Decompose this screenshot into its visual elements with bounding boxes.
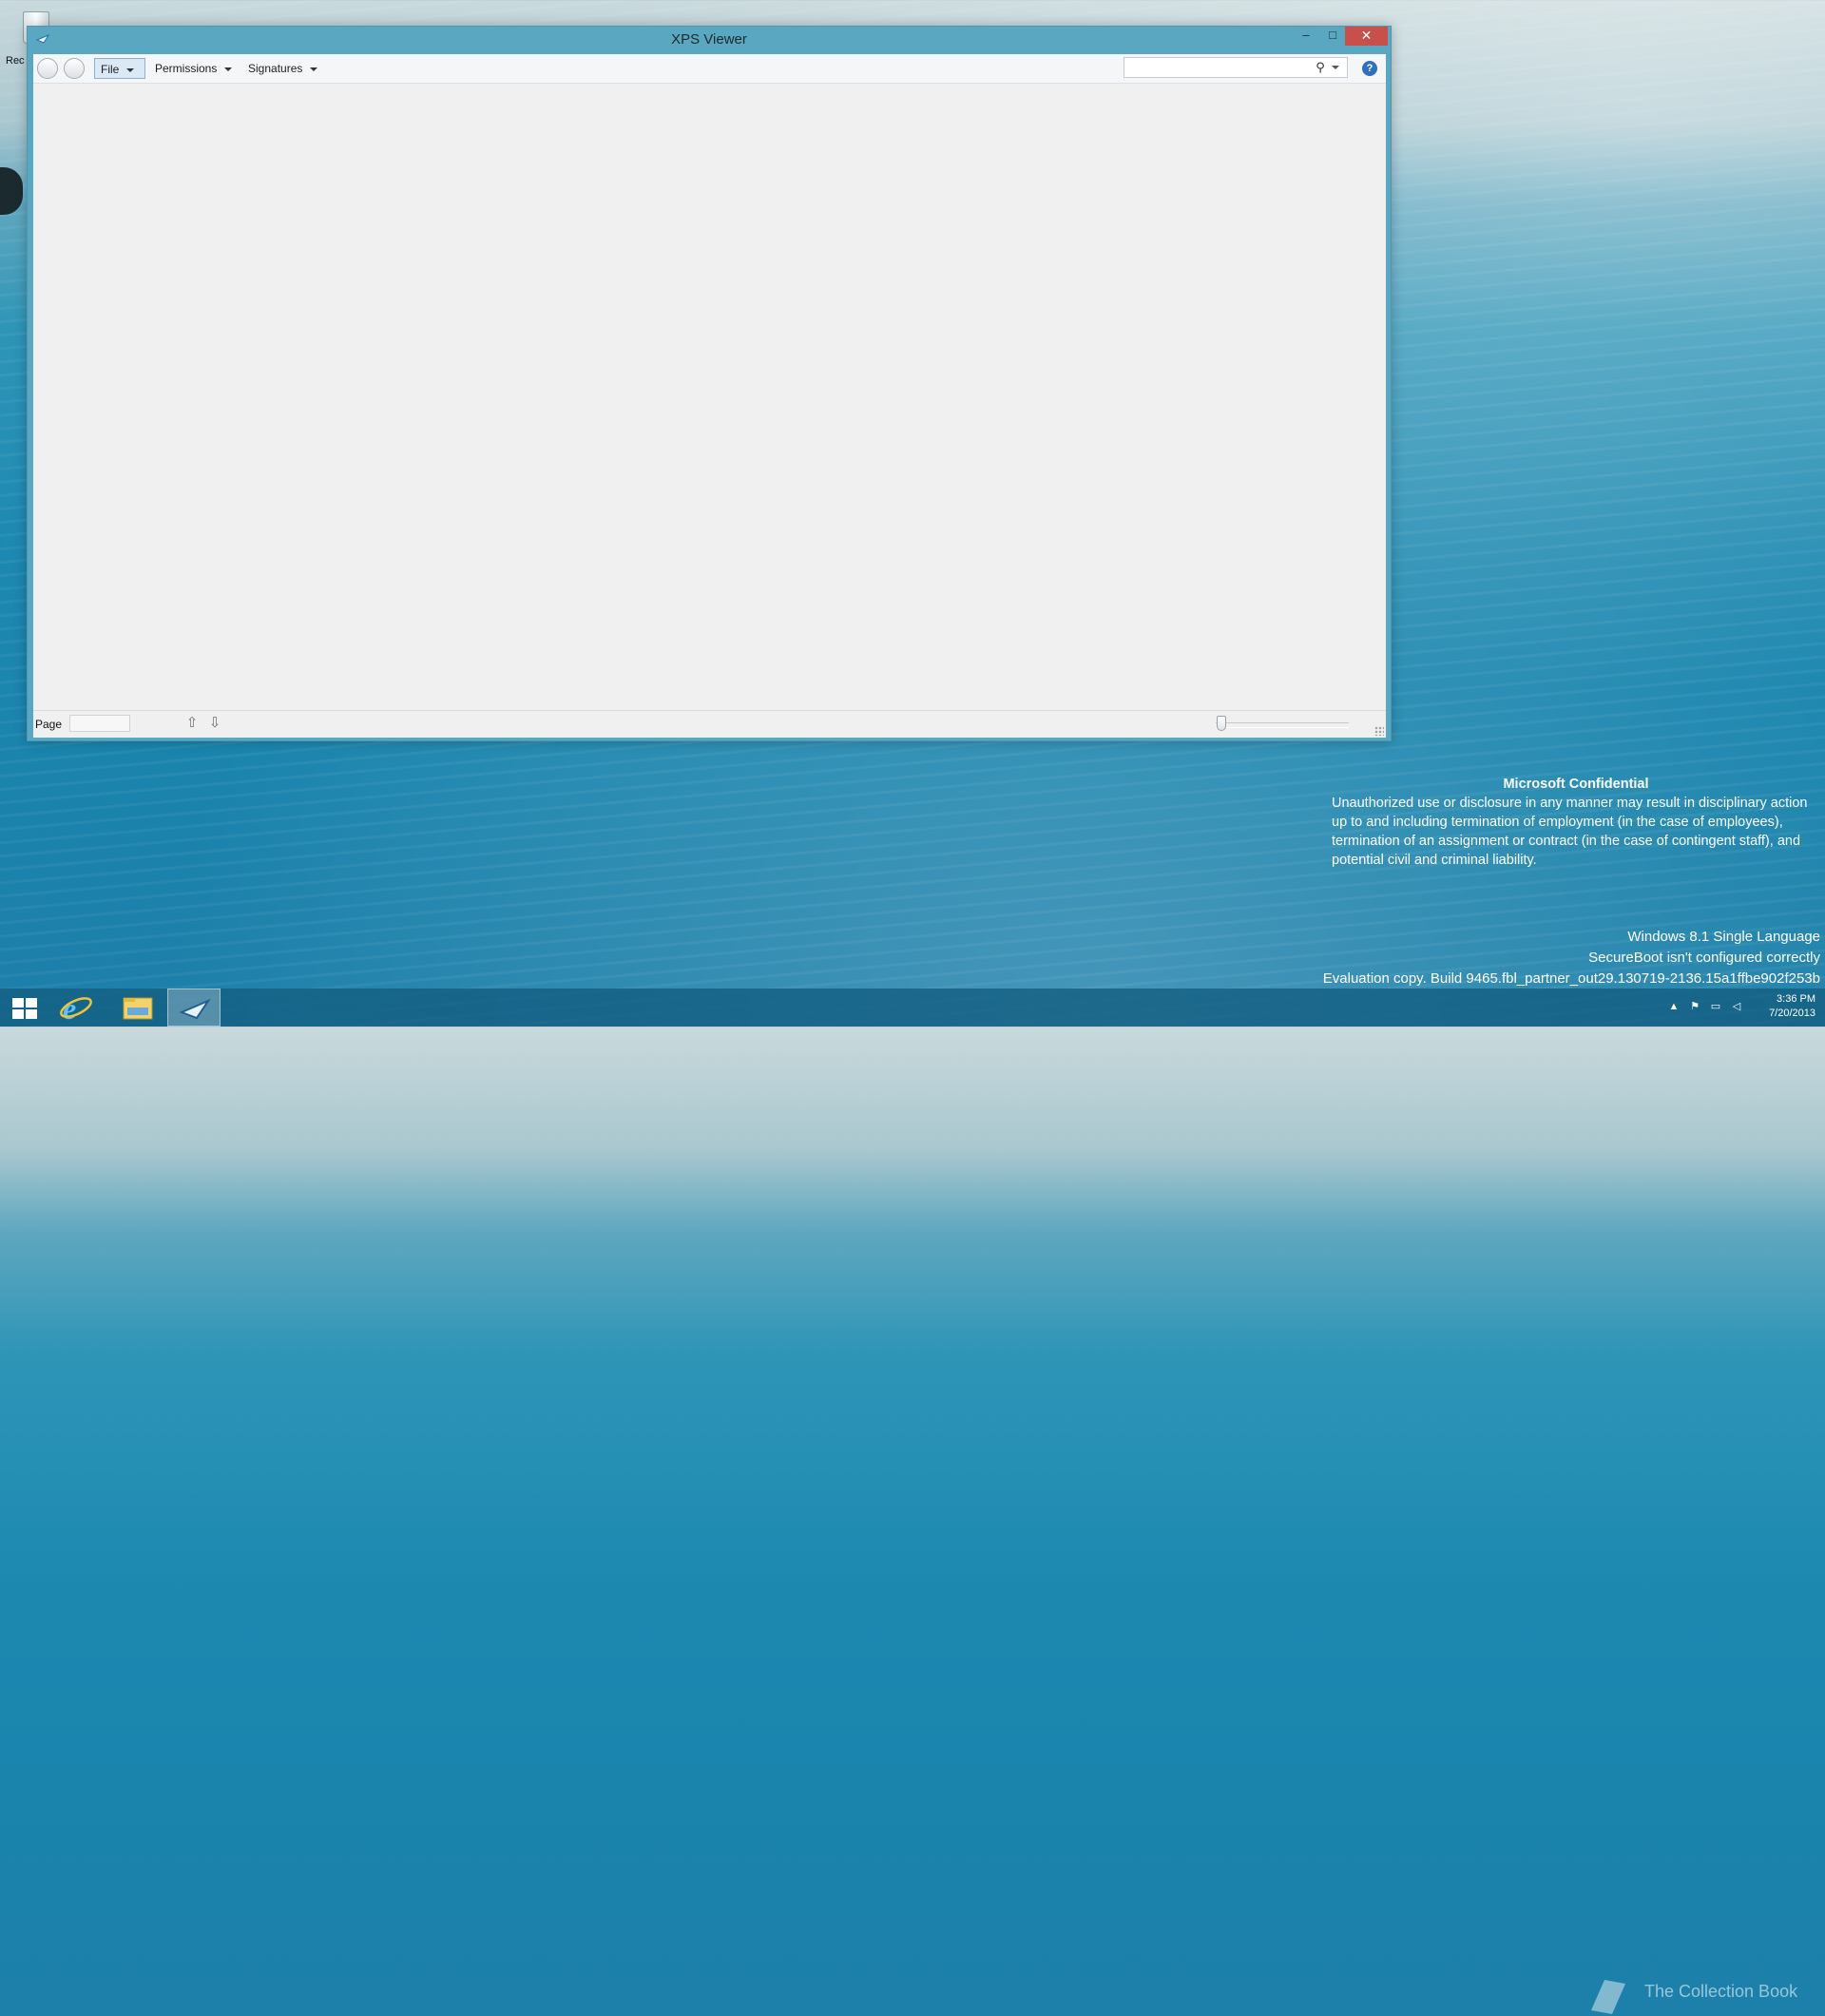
page-number-input[interactable] xyxy=(69,715,130,732)
internet-explorer-icon: e xyxy=(60,991,92,1026)
secureboot-warning: SecureBoot isn't configured correctly xyxy=(1588,950,1820,966)
signatures-menu-label: Signatures xyxy=(248,62,303,75)
windows-logo-icon xyxy=(12,998,37,1019)
search-input[interactable] xyxy=(1126,59,1311,78)
permissions-menu-label: Permissions xyxy=(155,62,218,75)
volume-icon[interactable]: ◁ xyxy=(1730,1000,1743,1013)
forward-button[interactable] xyxy=(64,58,85,79)
close-button[interactable]: ✕ xyxy=(1345,27,1388,46)
build-string: Evaluation copy. Build 9465.fbl_partner_… xyxy=(1322,970,1820,987)
document-area[interactable] xyxy=(33,84,1386,709)
book-logo-icon xyxy=(1591,1980,1625,2014)
xps-viewer-icon xyxy=(179,998,211,1020)
chevron-down-icon xyxy=(310,67,318,71)
taskbar: e The Collection Book ▲ ⚑ ▭ ◁ 3:36 PM 7/… xyxy=(0,989,1825,2014)
search-options-dropdown-icon[interactable] xyxy=(1332,66,1339,69)
collection-book-watermark: The Collection Book xyxy=(1585,1974,1823,2016)
recycle-bin-label[interactable]: Rec xyxy=(6,55,25,67)
taskbar-internet-explorer[interactable]: e xyxy=(49,989,103,1027)
window-client: File Permissions Signatures ⚲ ? Page ⇧ ⇩ xyxy=(33,54,1386,738)
zoom-slider-track[interactable] xyxy=(1216,722,1349,728)
resize-grip-icon[interactable] xyxy=(1374,726,1384,736)
folder-icon xyxy=(123,997,153,1020)
help-icon[interactable]: ? xyxy=(1362,61,1377,76)
taskbar-clock[interactable]: 3:36 PM 7/20/2013 xyxy=(1769,992,1815,1021)
file-menu-label: File xyxy=(101,63,120,76)
window-title: XPS Viewer xyxy=(671,31,747,48)
permissions-menu[interactable]: Permissions xyxy=(149,58,238,79)
zoom-slider-thumb[interactable] xyxy=(1217,716,1226,731)
desktop-rock xyxy=(0,167,23,215)
maximize-button[interactable]: □ xyxy=(1319,27,1346,46)
navigation-buttons xyxy=(37,58,88,79)
search-icon[interactable]: ⚲ xyxy=(1313,60,1328,75)
confidential-title: Microsoft Confidential xyxy=(1503,777,1649,792)
file-menu[interactable]: File xyxy=(94,58,145,79)
confidential-notice: Microsoft Confidential Unauthorized use … xyxy=(1332,775,1820,870)
confidential-body: Unauthorized use or disclosure in any ma… xyxy=(1332,796,1808,868)
page-label: Page xyxy=(35,718,63,731)
taskbar-xps-viewer[interactable] xyxy=(167,989,221,1027)
minimize-button[interactable]: – xyxy=(1293,27,1319,46)
signatures-menu[interactable]: Signatures xyxy=(242,58,323,79)
taskbar-file-explorer[interactable] xyxy=(112,989,165,1027)
title-bar[interactable]: XPS Viewer – □ ✕ xyxy=(28,27,1391,53)
chevron-down-icon xyxy=(126,67,135,72)
toolbar: File Permissions Signatures ⚲ ? xyxy=(33,54,1386,84)
xps-viewer-window: XPS Viewer – □ ✕ File Permissions Signat… xyxy=(27,26,1392,741)
status-bar: Page ⇧ ⇩ xyxy=(33,710,1386,738)
action-center-flag-icon[interactable]: ⚑ xyxy=(1688,1000,1701,1013)
next-page-icon[interactable]: ⇩ xyxy=(206,714,223,733)
back-button[interactable] xyxy=(37,58,58,79)
clock-date: 7/20/2013 xyxy=(1769,1008,1815,1019)
build-watermark: Windows 8.1 Single Language SecureBoot i… xyxy=(1323,927,1820,989)
windows-edition: Windows 8.1 Single Language xyxy=(1627,929,1820,945)
start-button[interactable] xyxy=(0,989,53,1027)
network-icon[interactable]: ▭ xyxy=(1709,1000,1722,1013)
search-box[interactable]: ⚲ xyxy=(1124,57,1348,78)
chevron-down-icon xyxy=(224,67,233,71)
clock-time: 3:36 PM xyxy=(1777,993,1815,1005)
show-hidden-icons-icon[interactable]: ▲ xyxy=(1667,1000,1681,1013)
watermark-text: The Collection Book xyxy=(1644,1982,1798,2001)
previous-page-icon[interactable]: ⇧ xyxy=(183,714,201,733)
